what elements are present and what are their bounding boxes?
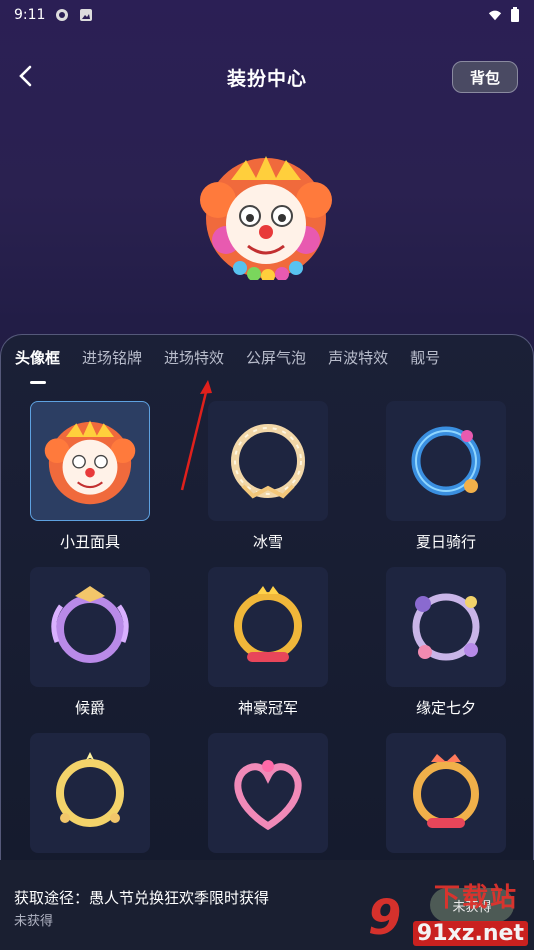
golden-star-frame-icon: [56, 752, 124, 827]
acquisition-method: 获取途径：愚人节兑换狂欢季限时获得: [14, 889, 270, 907]
frame-item[interactable]: 冰雪: [208, 401, 328, 552]
ice-snow-frame-icon: [231, 424, 305, 499]
frame-tile[interactable]: [208, 567, 328, 687]
tab-entry-nameplate[interactable]: 进场铭牌: [82, 347, 142, 369]
frame-item[interactable]: [30, 733, 150, 853]
header: 装扮中心 背包: [0, 52, 534, 102]
frame-item[interactable]: 夏日骑行: [386, 401, 506, 552]
watermark-site-name: 下载站: [433, 883, 518, 913]
footer: 获取途径：愚人节兑换狂欢季限时获得 未获得 未获得 9 下载站 91xz.net: [0, 860, 534, 950]
frame-name: 神豪冠军: [237, 699, 298, 717]
qixi-destiny-frame-icon: [412, 593, 480, 661]
tab-pretty-number[interactable]: 靓号: [410, 347, 440, 369]
frame-name: 候爵: [74, 699, 105, 717]
frame-preview: [196, 150, 336, 283]
frame-item[interactable]: 候爵: [30, 567, 150, 718]
marquis-frame-icon: [51, 586, 129, 663]
frame-name: 小丑面具: [59, 533, 120, 551]
summer-ride-frame-icon: [411, 426, 481, 496]
frame-tile[interactable]: [208, 401, 328, 521]
frame-panel: 头像框 进场铭牌 进场特效 公屏气泡 声波特效 靓号 小丑面具 冰雪 夏日骑行 …: [0, 334, 534, 950]
frame-tile[interactable]: [386, 401, 506, 521]
frame-name: 夏日骑行: [415, 533, 476, 551]
ownership-status: 未获得: [14, 914, 54, 929]
app-notification-icon: [56, 9, 69, 21]
watermark-logo: 9: [368, 890, 402, 946]
status-right: [488, 7, 520, 23]
clown-mask-frame-icon: [44, 420, 136, 505]
tycoon-champion-frame-icon: [234, 586, 302, 662]
frame-tile[interactable]: [30, 733, 150, 853]
frame-tile[interactable]: [30, 567, 150, 687]
frame-tile[interactable]: [30, 401, 150, 521]
battery-icon: [511, 7, 519, 22]
frame-item[interactable]: 神豪冠军: [208, 567, 328, 718]
watermark: 9 下载站 91xz.net: [354, 880, 534, 950]
frame-item[interactable]: [386, 733, 506, 853]
status-left: 9:11: [14, 7, 93, 23]
frame-name: 冰雪: [252, 533, 283, 551]
wifi-icon: [488, 10, 502, 21]
frame-item[interactable]: 缘定七夕: [386, 567, 506, 718]
tab-soundwave-effect[interactable]: 声波特效: [328, 347, 388, 369]
frame-name: 缘定七夕: [415, 699, 476, 717]
frame-item[interactable]: [208, 733, 328, 853]
frame-item[interactable]: 小丑面具: [30, 401, 150, 552]
status-bar: 9:11: [0, 0, 534, 30]
tab-entry-effect[interactable]: 进场特效: [164, 347, 224, 369]
status-time: 9:11: [14, 7, 46, 23]
frame-tile[interactable]: [386, 567, 506, 687]
frame-tile[interactable]: [208, 733, 328, 853]
tab-chat-bubble[interactable]: 公屏气泡: [246, 347, 306, 369]
clown-mask-preview-image: [200, 156, 332, 283]
champion-crown-frame-icon: [413, 754, 479, 828]
tab-avatar-frame[interactable]: 头像框: [15, 347, 60, 369]
frame-tile[interactable]: [386, 733, 506, 853]
bag-button[interactable]: 背包: [452, 61, 518, 93]
watermark-url: 91xz.net: [412, 921, 528, 946]
pink-heart-frame-icon: [234, 760, 302, 831]
image-notification-icon: [80, 9, 93, 21]
active-tab-indicator: [30, 381, 46, 384]
category-tabs: 头像框 进场铭牌 进场特效 公屏气泡 声波特效 靓号: [15, 347, 462, 369]
